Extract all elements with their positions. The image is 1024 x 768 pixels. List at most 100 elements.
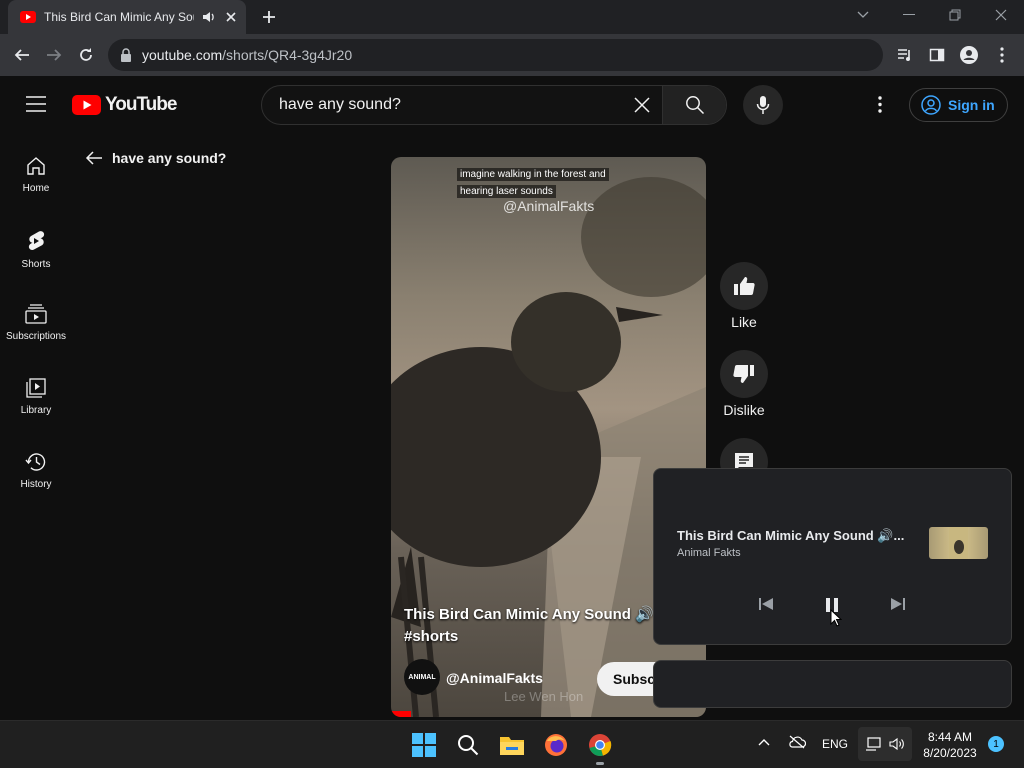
sidebar-item-home[interactable]: Home [0, 148, 72, 222]
caption-line-1: imagine walking in the forest and [457, 168, 609, 181]
video-caption-overlay: imagine walking in the forest and hearin… [457, 168, 609, 199]
back-arrow-icon [85, 151, 102, 165]
close-window-button[interactable] [978, 0, 1024, 30]
sidebar-item-label: Shorts [21, 259, 51, 270]
channel-avatar[interactable]: ANIMAL [404, 659, 440, 695]
sidebar-item-label: Home [22, 183, 50, 194]
dislike-label: Dislike [723, 402, 765, 418]
youtube-logo-text: YouTube [105, 94, 177, 115]
search-input[interactable]: have any sound? [262, 96, 622, 114]
lock-icon[interactable] [120, 48, 132, 62]
back-arrow-icon[interactable] [8, 41, 36, 69]
notification-badge[interactable]: 1 [988, 736, 1004, 752]
browser-tab-bar: This Bird Can Mimic Any Sou [0, 0, 1024, 34]
address-bar[interactable]: youtube.com/shorts/QR4-3g4Jr20 [108, 39, 883, 71]
account-icon [921, 95, 941, 115]
profile-icon[interactable] [955, 41, 983, 69]
youtube-logo-icon [72, 95, 101, 115]
tab-search-chevron-icon[interactable] [840, 0, 886, 30]
clock[interactable]: 8:44 AM 8/20/2023 [918, 729, 982, 761]
search-box[interactable]: have any sound? [261, 85, 727, 125]
video-watermark: @AnimalFakts [503, 198, 595, 214]
short-title[interactable]: This Bird Can Mimic Any Sound 🔊 #shorts [404, 604, 654, 648]
sidebar-item-label: Subscriptions [5, 331, 67, 342]
clock-time: 8:44 AM [927, 730, 973, 744]
next-track-button[interactable] [890, 597, 906, 611]
chrome-icon [589, 734, 612, 756]
firefox-button[interactable] [536, 725, 576, 765]
media-control-popup: This Bird Can Mimic Any Sound 🔊... Anima… [653, 468, 1012, 645]
youtube-favicon-icon [20, 11, 36, 23]
channel-name[interactable]: @AnimalFakts [446, 670, 543, 686]
show-hidden-icons-chevron-icon[interactable] [758, 738, 770, 746]
minimize-button[interactable] [886, 0, 932, 30]
sign-in-label: Sign in [948, 97, 995, 113]
firefox-icon [545, 734, 567, 756]
previous-track-button[interactable] [758, 597, 774, 611]
language-indicator[interactable]: ENG [822, 737, 848, 751]
sidebar-item-subscriptions[interactable]: Subscriptions [0, 296, 72, 370]
new-tab-button[interactable] [258, 6, 280, 28]
back-to-search[interactable]: have any sound? [85, 150, 226, 166]
file-explorer-button[interactable] [492, 725, 532, 765]
network-icon [866, 737, 881, 751]
caption-line-2: hearing laser sounds [457, 185, 556, 198]
youtube-logo[interactable]: YouTube [72, 94, 177, 116]
sign-in-button[interactable]: Sign in [909, 88, 1008, 122]
url-host: youtube.com [142, 47, 223, 63]
taskbar-search-button[interactable] [448, 725, 488, 765]
media-artwork [929, 527, 988, 559]
volume-icon [889, 737, 904, 751]
history-icon [25, 453, 46, 471]
chrome-button[interactable] [580, 725, 620, 765]
search-icon [458, 735, 479, 756]
subscriptions-icon [25, 304, 47, 324]
short-title-line-1: This Bird Can Mimic Any Sound 🔊 [404, 606, 654, 623]
media-control-icon[interactable] [891, 41, 919, 69]
previous-track-icon [759, 598, 773, 610]
sidebar-item-label: Library [20, 405, 52, 416]
media-artist: Animal Fakts [677, 547, 741, 559]
media-title: This Bird Can Mimic Any Sound 🔊... [677, 528, 905, 543]
search-button[interactable] [662, 86, 726, 124]
home-icon [27, 157, 45, 175]
sidebar-item-shorts[interactable]: Shorts [0, 222, 72, 296]
tab-title: This Bird Can Mimic Any Sou [44, 10, 194, 24]
browser-menu-icon[interactable] [988, 41, 1016, 69]
reload-icon[interactable] [72, 41, 100, 69]
sidebar-item-library[interactable]: Library [0, 370, 72, 444]
thumbs-down-icon [733, 365, 754, 383]
url-text[interactable]: youtube.com/shorts/QR4-3g4Jr20 [142, 47, 352, 63]
voice-search-button[interactable] [743, 85, 783, 125]
sidebar-item-history[interactable]: History [0, 444, 72, 518]
url-path: /shorts/QR4-3g4Jr20 [222, 47, 353, 63]
video-credit: Lee Wen Hon [504, 689, 584, 704]
like-label: Like [731, 314, 757, 330]
cloud-offline-icon[interactable] [788, 735, 806, 749]
dislike-button[interactable] [720, 350, 768, 398]
settings-menu-icon[interactable] [878, 96, 882, 113]
search-icon [685, 96, 704, 115]
tab-close-icon[interactable] [224, 10, 238, 24]
like-button[interactable] [720, 262, 768, 310]
quick-settings-button[interactable] [858, 727, 912, 761]
microphone-icon [756, 96, 770, 114]
hamburger-menu-icon[interactable] [26, 96, 46, 112]
folder-icon [500, 737, 524, 755]
windows-taskbar: ENG 8:44 AM 8/20/2023 1 [0, 720, 1024, 768]
library-icon [26, 378, 46, 398]
clock-date: 8/20/2023 [923, 746, 977, 760]
tab-audio-icon[interactable] [202, 11, 216, 23]
browser-tab[interactable]: This Bird Can Mimic Any Sou [8, 0, 246, 34]
start-button[interactable] [404, 725, 444, 765]
side-panel-icon[interactable] [923, 41, 951, 69]
clear-search-icon[interactable] [622, 96, 662, 114]
active-app-indicator [596, 762, 604, 765]
restore-button[interactable] [932, 0, 978, 30]
sidebar-item-label: History [20, 479, 52, 490]
short-title-line-2: #shorts [404, 628, 459, 645]
search-query-label: have any sound? [112, 150, 227, 166]
mouse-cursor-icon [830, 609, 842, 627]
forward-arrow-icon[interactable] [40, 41, 68, 69]
windows-logo-icon [412, 733, 436, 757]
